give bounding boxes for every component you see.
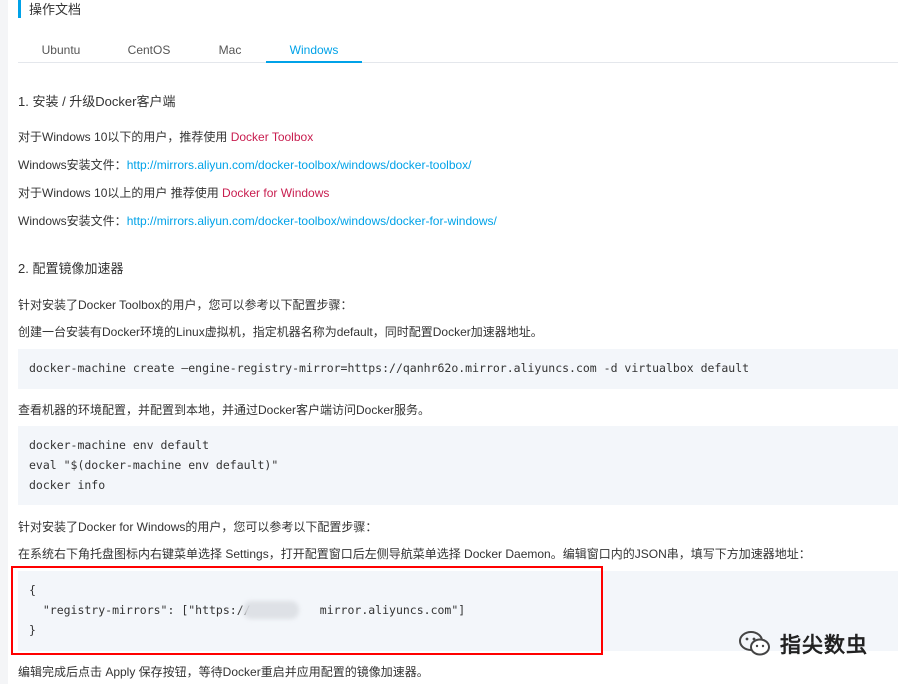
- apply-instructions: 编辑完成后点击 Apply 保存按钮，等待Docker重启并应用配置的镜像加速器…: [18, 665, 429, 679]
- tab-ubuntu[interactable]: Ubuntu: [24, 42, 98, 62]
- docker-for-windows-url-link[interactable]: http://mirrors.aliyun.com/docker-toolbox…: [127, 214, 497, 228]
- d4w-steps-intro: 针对安装了Docker for Windows的用户，您可以参考以下配置步骤：: [18, 520, 378, 534]
- toolbox-steps-intro: 针对安装了Docker Toolbox的用户，您可以参考以下配置步骤：: [18, 298, 353, 312]
- left-gutter: [0, 0, 8, 684]
- wechat-icon: [738, 629, 772, 659]
- tab-mac[interactable]: Mac: [200, 42, 260, 62]
- code-line: docker-machine env default: [29, 438, 210, 452]
- toolbox-url-link[interactable]: http://mirrors.aliyun.com/docker-toolbox…: [127, 158, 472, 172]
- os-tabs: Ubuntu CentOS Mac Windows: [18, 42, 898, 63]
- line-d4w-file: Windows安装文件：http://mirrors.aliyun.com/do…: [18, 214, 497, 228]
- watermark-text: 指尖数虫: [780, 634, 868, 657]
- code-line: docker info: [29, 478, 106, 492]
- code-block-create: docker-machine create —engine-registry-m…: [18, 349, 898, 389]
- line-toolbox-file: Windows安装文件：http://mirrors.aliyun.com/do…: [18, 158, 472, 172]
- line-win10-above: 对于Windows 10以上的用户 推荐使用 Docker for Window…: [18, 186, 330, 200]
- line-win10-below: 对于Windows 10以下的用户，推荐使用 Docker Toolbox: [18, 130, 314, 144]
- page-title: 操作文档: [29, 2, 82, 17]
- doc-header: 操作文档: [18, 0, 81, 18]
- docker-toolbox-link[interactable]: Docker Toolbox: [231, 130, 314, 144]
- docker-for-windows-link[interactable]: Docker for Windows: [222, 186, 329, 200]
- env-config-text: 查看机器的环境配置，并配置到本地，并通过Docker客户端访问Docker服务。: [18, 403, 431, 417]
- section-install-title: 1. 安装 / 升级Docker客户端: [18, 94, 176, 109]
- code-block-env: docker-machine env default eval "$(docke…: [18, 426, 898, 505]
- code-line: eval "$(docker-machine env default)": [29, 458, 279, 472]
- highlight-frame: [11, 566, 603, 655]
- section-mirror-title: 2. 配置镜像加速器: [18, 261, 124, 276]
- create-vm-text: 创建一台安装有Docker环境的Linux虚拟机，指定机器名称为default，…: [18, 325, 543, 339]
- tab-windows[interactable]: Windows: [266, 42, 362, 63]
- tab-centos[interactable]: CentOS: [114, 42, 184, 62]
- settings-instructions: 在系统右下角托盘图标内右键菜单选择 Settings，打开配置窗口后左侧导航菜单…: [18, 547, 811, 561]
- code-line: docker-machine create —engine-registry-m…: [29, 361, 750, 375]
- watermark: 指尖数虫: [738, 626, 868, 662]
